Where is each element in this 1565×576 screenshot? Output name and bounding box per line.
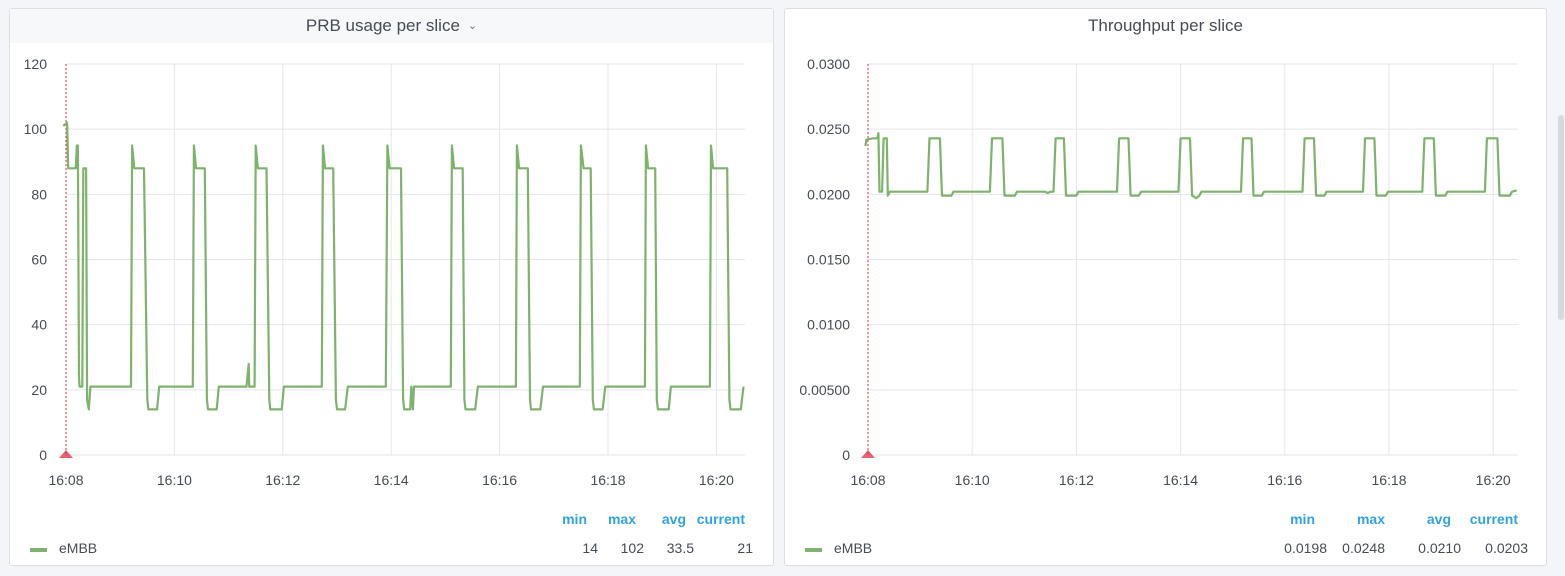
throughput-chart[interactable]: 0 0.00500 0.0100 0.0150 0.0200 0.0250 0.0300 16… — [785, 9, 1548, 489]
legend-header-min[interactable]: min — [1275, 511, 1315, 527]
legend-header-avg[interactable]: avg — [650, 511, 686, 527]
y-tick-label: 0 — [39, 447, 47, 463]
y-tick-label: 0.0300 — [807, 56, 850, 72]
y-tick-label: 0.0200 — [807, 186, 850, 202]
y-tick-label: 80 — [31, 186, 47, 202]
prb-usage-panel: PRB usage per slice ⌄ 0 20 40 60 80 100 120 16:… — [9, 8, 774, 566]
legend-avg-value: 33.5 — [666, 540, 694, 556]
x-tick-label: 16:14 — [1163, 472, 1198, 488]
legend-max-value: 0.0248 — [1342, 540, 1385, 556]
legend-current-value: 0.0203 — [1485, 540, 1528, 556]
annotation-marker-triangle — [861, 450, 875, 458]
y-tick-label: 40 — [31, 317, 47, 333]
legend-series-name[interactable]: eMBB — [834, 540, 872, 556]
legend-header-avg[interactable]: avg — [1411, 511, 1451, 527]
legend-series-row[interactable]: eMBB 0.0198 0.0248 0.0210 0.0203 — [785, 539, 1546, 559]
x-tick-label: 16:16 — [482, 472, 517, 488]
legend-header-min[interactable]: min — [551, 511, 587, 527]
y-tick-label: 0.00500 — [799, 382, 850, 398]
x-tick-label: 16:08 — [850, 472, 885, 488]
x-tick-label: 16:20 — [1476, 472, 1511, 488]
y-tick-label: 120 — [24, 56, 48, 72]
page-scrollbar[interactable] — [1558, 115, 1564, 320]
x-tick-label: 16:14 — [374, 472, 409, 488]
legend-avg-value: 0.0210 — [1418, 540, 1461, 556]
y-tick-label: 0.0250 — [807, 121, 850, 137]
y-tick-label: 0.0100 — [807, 317, 850, 333]
series-color-swatch[interactable] — [30, 548, 47, 552]
legend-min-value: 0.0198 — [1284, 540, 1327, 556]
series-color-swatch[interactable] — [805, 548, 822, 552]
y-tick-label: 0 — [842, 447, 850, 463]
y-tick-label: 20 — [31, 382, 47, 398]
y-tick-label: 100 — [24, 121, 48, 137]
throughput-panel: Throughput per slice 0 0.00500 0.0100 0.015… — [784, 8, 1547, 566]
x-tick-label: 16:10 — [955, 472, 990, 488]
legend-header-current[interactable]: current — [690, 511, 745, 527]
x-tick-label: 16:20 — [699, 472, 734, 488]
annotation-marker-triangle — [59, 450, 73, 458]
legend-header-max[interactable]: max — [1345, 511, 1385, 527]
legend-min-value: 14 — [582, 540, 598, 556]
prb-usage-chart[interactable]: 0 20 40 60 80 100 120 16:08 16:10 16:12 16:14 16:16… — [10, 9, 775, 489]
series-line-embb — [864, 132, 1517, 200]
x-tick-label: 16:08 — [48, 472, 83, 488]
legend-current-value: 21 — [737, 540, 753, 556]
legend-series-row[interactable]: eMBB 14 102 33.5 21 — [10, 539, 773, 559]
x-tick-label: 16:12 — [1059, 472, 1094, 488]
x-tick-label: 16:18 — [1371, 472, 1406, 488]
legend-header-max[interactable]: max — [600, 511, 636, 527]
x-tick-label: 16:10 — [157, 472, 192, 488]
y-tick-label: 60 — [31, 252, 47, 268]
legend-header-current[interactable]: current — [1463, 511, 1518, 527]
x-tick-label: 16:16 — [1267, 472, 1302, 488]
legend-series-name[interactable]: eMBB — [59, 540, 97, 556]
x-tick-label: 16:12 — [265, 472, 300, 488]
legend-max-value: 102 — [620, 540, 644, 556]
y-tick-label: 0.0150 — [807, 252, 850, 268]
series-line-embb — [62, 121, 745, 411]
x-tick-label: 16:18 — [590, 472, 625, 488]
